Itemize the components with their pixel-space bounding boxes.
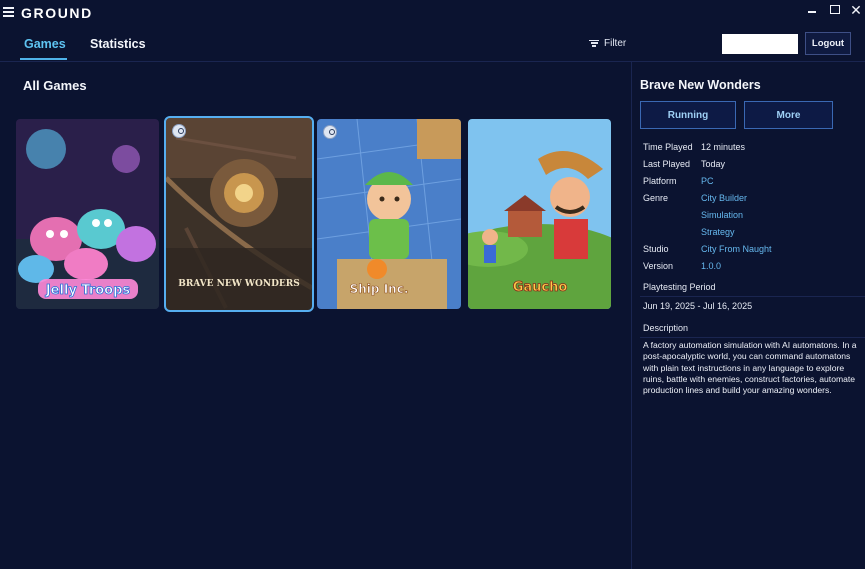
game-description: A factory automation simulation with AI …	[643, 340, 857, 396]
filter-label: Filter	[604, 38, 627, 49]
tab-games[interactable]: Games	[24, 37, 66, 51]
steam-icon	[172, 124, 186, 138]
game-card-brave-new-wonders[interactable]: BRAVE NEW WONDERS	[164, 116, 314, 312]
version-value[interactable]: 1.0.0	[701, 261, 721, 271]
game-card-gaucho[interactable]: Gaucho	[468, 119, 611, 309]
close-icon[interactable]: ✕	[847, 2, 865, 18]
tab-statistics[interactable]: Statistics	[90, 37, 146, 51]
filter-button[interactable]: Filter	[589, 38, 626, 49]
version-label: Version	[643, 261, 674, 271]
search-input[interactable]	[722, 34, 798, 54]
last-played-value: Today	[701, 159, 726, 169]
playtesting-label: Playtesting Period	[643, 282, 716, 292]
studio-label: Studio	[643, 244, 669, 254]
more-button[interactable]: More	[744, 101, 833, 129]
last-played-label: Last Played	[643, 159, 691, 169]
game-details-panel: Brave New Wonders Running More Time Play…	[631, 62, 865, 569]
hamburger-icon[interactable]	[3, 7, 14, 17]
genre-label: Genre	[643, 193, 669, 203]
time-played-value: 12 minutes	[701, 142, 746, 152]
title-bar: GROUND ✕	[0, 0, 865, 26]
section-title: All Games	[23, 78, 87, 93]
game-cover-art: Jelly Troops	[16, 119, 159, 309]
game-logo-text: BRAVE NEW WONDERS	[178, 279, 300, 289]
app-logo: GROUND	[21, 5, 93, 21]
game-cover-art: BRAVE NEW WONDERS	[166, 118, 312, 310]
minimize-icon[interactable]	[803, 2, 821, 18]
running-button[interactable]: Running	[640, 101, 736, 129]
game-card-ship-inc[interactable]: Ship Inc.	[317, 119, 461, 309]
maximize-icon[interactable]	[825, 2, 843, 18]
top-nav: Games Statistics Filter Logout	[0, 26, 865, 62]
description-label: Description	[643, 323, 689, 333]
time-played-label: Time Played	[643, 142, 693, 152]
logout-button[interactable]: Logout	[805, 32, 851, 55]
game-cover-art: Ship Inc.	[317, 119, 461, 309]
studio-value[interactable]: City From Naught	[701, 244, 772, 254]
game-cover-art: Gaucho	[468, 119, 611, 309]
game-title: Brave New Wonders	[640, 78, 761, 92]
platform-value[interactable]: PC	[701, 176, 714, 186]
active-tab-indicator	[20, 58, 67, 60]
divider	[640, 337, 865, 338]
genre-value[interactable]: City Builder	[701, 193, 747, 203]
genre-value[interactable]: Strategy	[701, 227, 735, 237]
playtesting-value: Jun 19, 2025 - Jul 16, 2025	[643, 301, 753, 311]
steam-icon	[323, 125, 337, 139]
game-logo-text: Jelly Troops	[45, 283, 131, 298]
game-logo-text: Gaucho	[513, 280, 568, 295]
divider	[640, 296, 865, 297]
genre-value[interactable]: Simulation	[701, 210, 743, 220]
game-card-jelly-troops[interactable]: Jelly Troops	[16, 119, 159, 309]
game-logo-text: Ship Inc.	[350, 282, 409, 296]
filter-icon	[589, 39, 599, 48]
platform-label: Platform	[643, 176, 677, 186]
